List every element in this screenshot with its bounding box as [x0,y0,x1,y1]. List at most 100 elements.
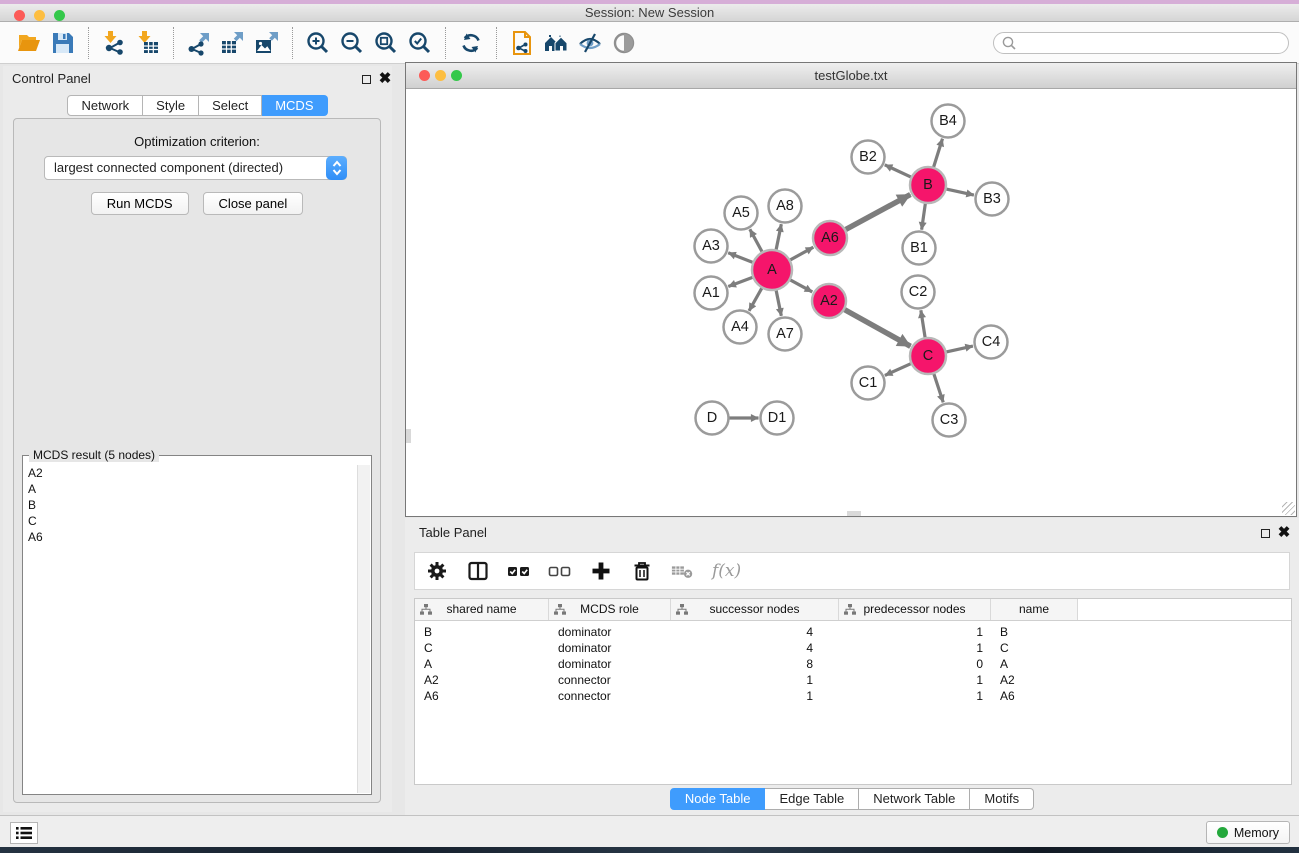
column-header-successor-nodes[interactable]: successor nodes [671,599,839,620]
node-A8[interactable]: A8 [769,190,802,223]
edge-A-A4[interactable] [749,287,763,311]
cell-name[interactable]: A2 [991,672,1078,688]
mcds-result-scrollbar[interactable] [357,465,370,793]
node-B1[interactable]: B1 [903,232,936,265]
cell-successor-nodes[interactable]: 4 [671,640,839,656]
tab-mcds[interactable]: MCDS [262,95,327,116]
cell-predecessor-nodes[interactable]: 1 [839,640,991,656]
criterion-dropdown[interactable]: largest connected component (directed) [44,156,347,180]
edge-B-B4[interactable] [933,139,942,169]
open-file-icon[interactable] [12,26,46,60]
cell-successor-nodes[interactable]: 1 [671,688,839,704]
edge-A-A5[interactable] [750,229,763,253]
cell-MCDS-role[interactable]: connector [549,688,671,704]
node-A[interactable]: A [752,250,792,290]
refresh-icon[interactable] [454,26,488,60]
cell-shared-name[interactable]: A6 [415,688,549,704]
tab-style[interactable]: Style [143,95,199,116]
table-settings-gear-icon[interactable] [425,559,449,583]
cell-MCDS-role[interactable]: dominator [549,640,671,656]
node-B2[interactable]: B2 [852,141,885,174]
cell-successor-nodes[interactable]: 4 [671,624,839,640]
node-B4[interactable]: B4 [932,105,965,138]
table-tab-edge-table[interactable]: Edge Table [765,788,859,810]
zoom-in-icon[interactable] [301,26,335,60]
import-table-icon[interactable] [131,26,165,60]
cell-MCDS-role[interactable]: dominator [549,624,671,640]
task-history-button[interactable] [10,822,38,844]
window-titlebar[interactable]: Session: New Session [0,4,1299,22]
edge-C-C3[interactable] [933,372,943,402]
cell-predecessor-nodes[interactable]: 0 [839,656,991,672]
node-C3[interactable]: C3 [933,404,966,437]
close-panel-icon[interactable]: ✖ [378,72,392,86]
cell-shared-name[interactable]: A [415,656,549,672]
cell-successor-nodes[interactable]: 8 [671,656,839,672]
edge-A-A3[interactable] [728,253,754,263]
run-mcds-button[interactable]: Run MCDS [91,192,189,215]
node-B[interactable]: B [910,167,946,203]
table-row[interactable]: Adominator80A [415,656,1291,672]
table-tab-motifs[interactable]: Motifs [970,788,1034,810]
hide-graphics-details-icon[interactable] [573,26,607,60]
function-builder-icon[interactable]: f(x) [712,561,741,581]
edge-A6-B[interactable] [844,195,910,231]
cell-name[interactable]: C [991,640,1078,656]
network-window-titlebar[interactable]: testGlobe.txt [406,63,1296,89]
edge-A-A8[interactable] [776,224,782,251]
column-header-predecessor-nodes[interactable]: predecessor nodes [839,599,991,620]
edge-A-A2[interactable] [789,279,813,292]
column-header-shared-name[interactable]: shared name [415,599,549,620]
node-table[interactable]: shared nameMCDS rolesuccessor nodesprede… [414,598,1292,785]
table-tab-node-table[interactable]: Node Table [670,788,766,810]
show-graphics-details-icon[interactable] [607,26,641,60]
close-table-panel-icon[interactable]: ✖ [1277,526,1291,540]
cell-shared-name[interactable]: C [415,640,549,656]
mcds-result-list[interactable]: A2ABCA6 [24,465,357,793]
export-table-icon[interactable] [216,26,250,60]
close-panel-button[interactable]: Close panel [203,192,304,215]
table-row[interactable]: Cdominator41C [415,640,1291,656]
node-D1[interactable]: D1 [761,402,794,435]
add-row-icon[interactable] [589,559,613,583]
edge-C-C4[interactable] [945,346,973,352]
mcds-result-item[interactable]: A2 [24,465,357,481]
mcds-result-item[interactable]: B [24,497,357,513]
cell-predecessor-nodes[interactable]: 1 [839,672,991,688]
node-A3[interactable]: A3 [695,230,728,263]
node-C1[interactable]: C1 [852,367,885,400]
cell-name[interactable]: A [991,656,1078,672]
mcds-result-item[interactable]: A [24,481,357,497]
mcds-result-item[interactable]: A6 [24,529,357,545]
cell-successor-nodes[interactable]: 1 [671,672,839,688]
node-D[interactable]: D [696,402,729,435]
column-header-MCDS-role[interactable]: MCDS role [549,599,671,620]
select-all-checkboxes-icon[interactable] [507,559,531,583]
edge-C-C2[interactable] [921,310,926,339]
float-table-panel-icon[interactable] [1258,526,1272,540]
new-network-from-selection-icon[interactable] [505,26,539,60]
node-C2[interactable]: C2 [902,276,935,309]
edge-A-A1[interactable] [728,277,754,287]
window-resize-grip[interactable] [1282,502,1295,515]
node-A1[interactable]: A1 [695,277,728,310]
node-C4[interactable]: C4 [975,326,1008,359]
node-C[interactable]: C [910,338,946,374]
table-row[interactable]: A2connector11A2 [415,672,1291,688]
tab-network[interactable]: Network [67,95,143,116]
cell-MCDS-role[interactable]: connector [549,672,671,688]
save-session-icon[interactable] [46,26,80,60]
cell-name[interactable]: B [991,624,1078,640]
delete-table-icon[interactable] [671,559,695,583]
cell-shared-name[interactable]: B [415,624,549,640]
node-B3[interactable]: B3 [976,183,1009,216]
edge-B-B1[interactable] [922,202,926,230]
memory-button[interactable]: Memory [1206,821,1290,844]
node-A6[interactable]: A6 [813,221,847,255]
cell-predecessor-nodes[interactable]: 1 [839,624,991,640]
deselect-all-checkboxes-icon[interactable] [548,559,572,583]
export-network-icon[interactable] [182,26,216,60]
network-graph-canvas[interactable]: B4B2BB3B1A5A8A6A3AA1A2C2A4A7C4CC1C3DD1 [406,89,1296,517]
column-layout-icon[interactable] [466,559,490,583]
zoom-out-icon[interactable] [335,26,369,60]
